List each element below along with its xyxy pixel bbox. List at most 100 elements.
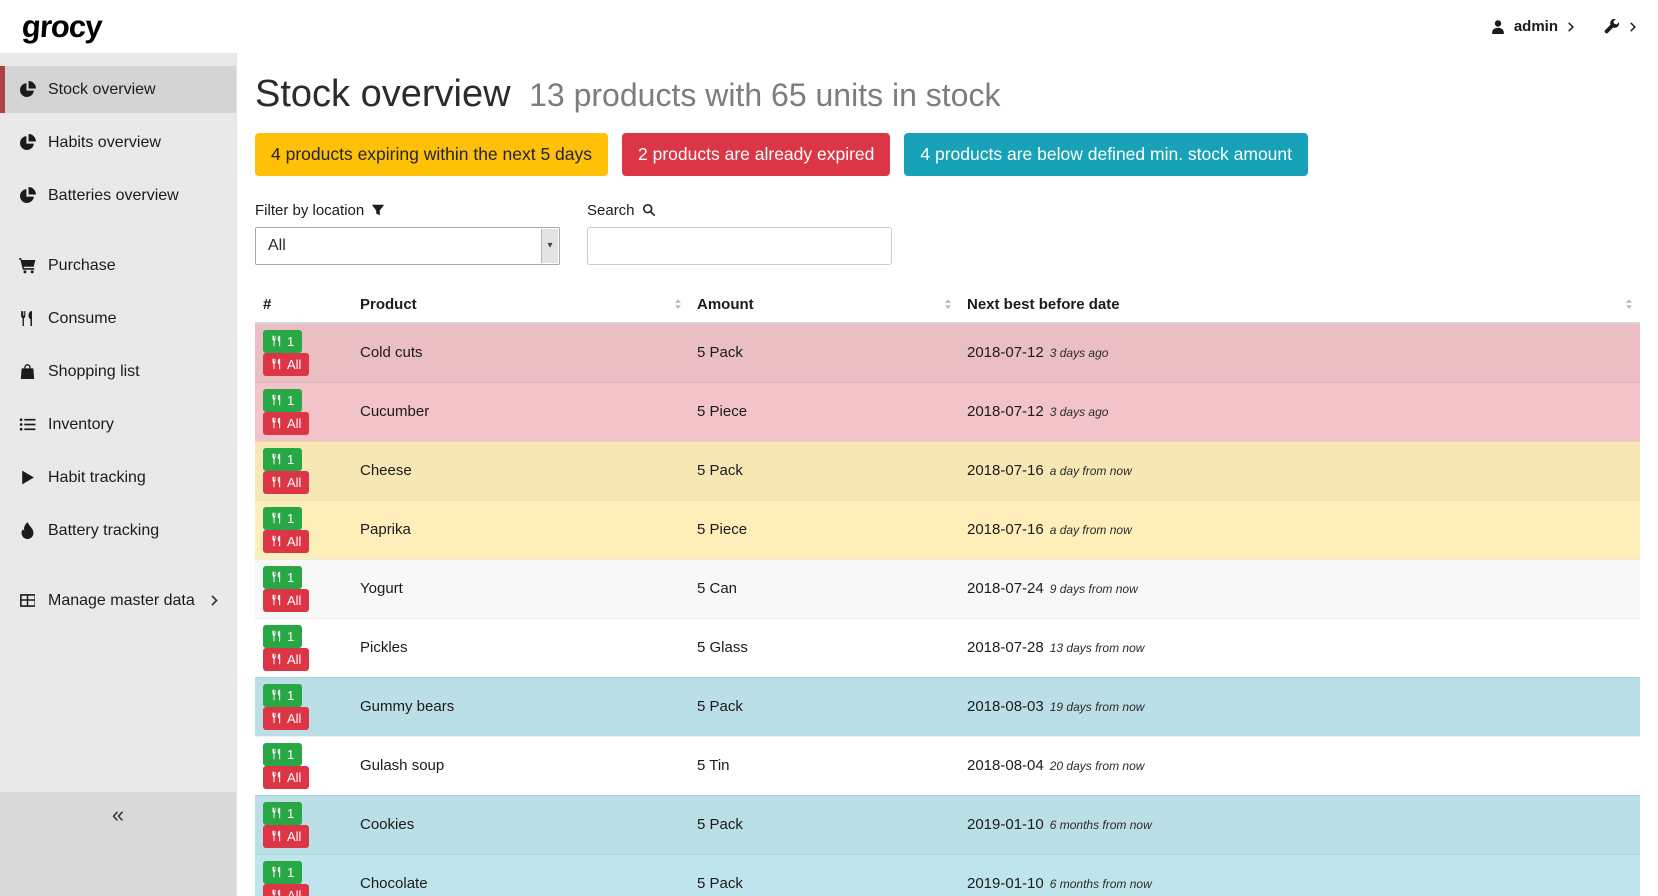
amount-cell: 5 Piece — [689, 382, 959, 441]
timespan-value: 3 days ago — [1050, 405, 1109, 419]
user-icon — [1490, 19, 1506, 35]
username: admin — [1514, 18, 1558, 35]
date-value: 2019-01-10 — [967, 875, 1044, 892]
sidebar-item-consume[interactable]: Consume — [0, 295, 236, 342]
consume-one-button[interactable]: 1 — [263, 566, 302, 589]
location-select[interactable]: All ▾ — [255, 227, 560, 265]
consume-all-button[interactable]: All — [263, 884, 309, 896]
product-cell: Paprika — [352, 500, 689, 559]
sidebar-item-habit-tracking[interactable]: Habit tracking — [0, 454, 236, 501]
search-label: Search — [587, 202, 892, 219]
consume-buttons-cell: 1All — [255, 677, 352, 736]
button-label: All — [287, 889, 301, 896]
table-row: 1AllGummy bears5 Pack2018-08-0319 days f… — [255, 677, 1640, 736]
amount-cell: 5 Glass — [689, 618, 959, 677]
sidebar-item-shopping-list[interactable]: Shopping list — [0, 348, 236, 395]
utensils-icon — [271, 571, 283, 583]
consume-all-button[interactable]: All — [263, 766, 309, 789]
timespan-value: 19 days from now — [1050, 700, 1145, 714]
column-header-amount[interactable]: Amount — [689, 287, 959, 323]
product-cell: Gummy bears — [352, 677, 689, 736]
consume-all-button[interactable]: All — [263, 471, 309, 494]
consume-all-button[interactable]: All — [263, 707, 309, 730]
amount-cell: 5 Piece — [689, 500, 959, 559]
button-label: 1 — [287, 453, 294, 466]
status-badge-0[interactable]: 4 products expiring within the next 5 da… — [255, 133, 608, 176]
chevron-right-icon — [1566, 22, 1576, 32]
button-label: All — [287, 830, 301, 843]
bag-icon — [19, 363, 36, 380]
chevron-right-icon — [209, 595, 220, 606]
sidebar-item-batteries-overview[interactable]: Batteries overview — [0, 172, 236, 219]
column-header-product[interactable]: Product — [352, 287, 689, 323]
sidebar-nav: Stock overview Habits overview Batteries o… — [0, 53, 236, 624]
column-header-date[interactable]: Next best before date — [959, 287, 1640, 323]
consume-all-button[interactable]: All — [263, 412, 309, 435]
flame-icon — [19, 522, 36, 539]
best-before-cell: 2018-07-249 days from now — [959, 559, 1640, 618]
consume-one-button[interactable]: 1 — [263, 802, 302, 825]
app-logo[interactable]: grocy — [19, 9, 103, 45]
table-row: 1 All Pickles5 Glass2018-07-2813 days from… — [255, 618, 1640, 677]
utensils-icon — [271, 512, 283, 524]
product-cell: Chocolate — [352, 854, 689, 896]
table-header-row: # Product Amount Next best before date — [255, 287, 1640, 323]
sidebar-item-inventory[interactable]: Inventory — [0, 401, 236, 448]
amount-cell: 5 Can — [689, 559, 959, 618]
consume-all-button[interactable]: All — [263, 353, 309, 376]
amount-cell: 5 Pack — [689, 441, 959, 500]
sidebar-item-battery-tracking[interactable]: Battery tracking — [0, 507, 236, 554]
utensils-icon — [271, 866, 283, 878]
sidebar-item-manage-master-data[interactable]: Manage master data — [0, 577, 236, 624]
consume-all-button[interactable]: All — [263, 530, 309, 553]
consume-one-button[interactable]: 1 — [263, 861, 302, 884]
column-label: Amount — [697, 296, 754, 313]
sidebar-item-stock-overview[interactable]: Stock overview — [0, 66, 236, 113]
table-row: 1 All Cheese5 Pack2018-07-16a day from now — [255, 441, 1640, 500]
consume-one-button[interactable]: 1 — [263, 507, 302, 530]
select-arrow-icon: ▾ — [541, 229, 558, 263]
amount-cell: 5 Tin — [689, 736, 959, 795]
status-badge-2[interactable]: 4 products are below defined min. stock … — [904, 133, 1308, 176]
consume-all-button[interactable]: All — [263, 825, 309, 848]
consume-one-button[interactable]: 1 — [263, 389, 302, 412]
button-label: All — [287, 653, 301, 666]
utensils-icon — [271, 630, 283, 642]
utensils-icon — [271, 771, 283, 783]
consume-one-button[interactable]: 1 — [263, 743, 302, 766]
sidebar-item-label: Battery tracking — [48, 522, 159, 540]
user-menu[interactable]: admin — [1490, 18, 1576, 35]
consume-one-button[interactable]: 1 — [263, 330, 302, 353]
product-cell: Cheese — [352, 441, 689, 500]
best-before-cell: 2018-07-2813 days from now — [959, 618, 1640, 677]
product-cell: Pickles — [352, 618, 689, 677]
button-label: 1 — [287, 866, 294, 879]
consume-all-button[interactable]: All — [263, 648, 309, 671]
page-title-text: Stock overview — [255, 73, 511, 115]
sidebar-collapse-button[interactable]: « — [0, 792, 236, 896]
consume-buttons-cell: 1 All — [255, 441, 352, 500]
settings-menu[interactable] — [1604, 19, 1638, 35]
consume-one-button[interactable]: 1 — [263, 448, 302, 471]
button-label: All — [287, 358, 301, 371]
product-cell: Cold cuts — [352, 323, 689, 383]
product-cell: Cucumber — [352, 382, 689, 441]
sidebar-item-label: Stock overview — [48, 81, 156, 99]
utensils-icon — [271, 712, 283, 724]
amount-cell: 5 Pack — [689, 323, 959, 383]
search-input[interactable] — [587, 227, 892, 265]
status-badge-1[interactable]: 2 products are already expired — [622, 133, 890, 176]
best-before-cell: 2018-07-16a day from now — [959, 441, 1640, 500]
sidebar-item-purchase[interactable]: Purchase — [0, 242, 236, 289]
timespan-value: a day from now — [1050, 464, 1132, 478]
list-icon — [19, 416, 36, 433]
consume-one-button[interactable]: 1 — [263, 625, 302, 648]
consume-one-button[interactable]: 1 — [263, 684, 302, 707]
sidebar-item-label: Shopping list — [48, 363, 140, 381]
consume-all-button[interactable]: All — [263, 589, 309, 612]
sidebar-item-habits-overview[interactable]: Habits overview — [0, 119, 236, 166]
button-label: 1 — [287, 807, 294, 820]
table-row: 1AllCucumber5 Piece2018-07-123 days ago — [255, 382, 1640, 441]
timespan-value: 13 days from now — [1050, 641, 1145, 655]
sidebar-item-label: Purchase — [48, 257, 116, 275]
